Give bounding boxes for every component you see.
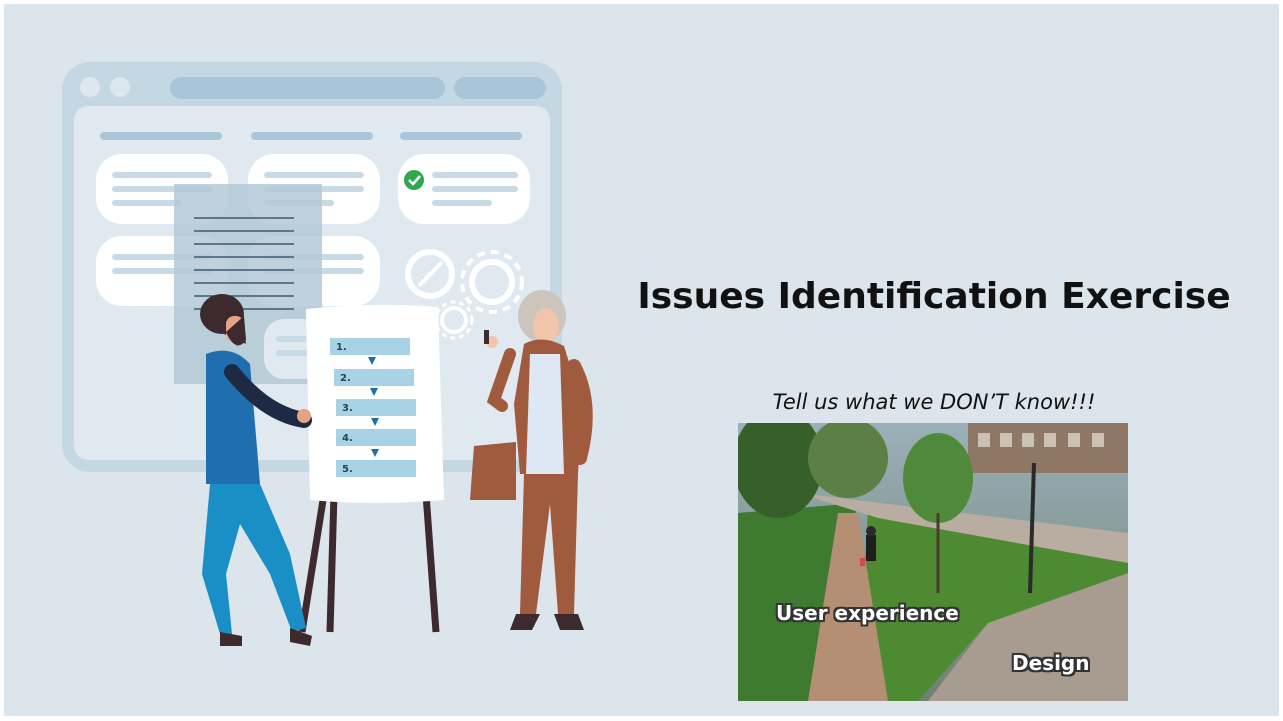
slide: 1. 2. 3. 4. 5. Issues Identification Exe… bbox=[4, 4, 1279, 716]
user-experience-label: User experience bbox=[776, 601, 959, 625]
desire-path-photo: User experience Design bbox=[733, 408, 1128, 701]
checkmark-icon bbox=[404, 170, 424, 190]
flipchart: 1. 2. 3. 4. 5. bbox=[298, 304, 444, 633]
flipchart-step: 5. bbox=[342, 464, 353, 475]
slide-title: Issues Identification Exercise bbox=[637, 276, 1231, 317]
design-label: Design bbox=[1012, 651, 1090, 675]
flipchart-step: 1. bbox=[336, 342, 347, 353]
team-planning-illustration: 1. 2. 3. 4. 5. bbox=[62, 62, 593, 646]
flipchart-step: 4. bbox=[342, 433, 353, 444]
flipchart-step: 3. bbox=[342, 403, 353, 414]
flipchart-step: 2. bbox=[340, 373, 351, 384]
slide-subtitle: Tell us what we DON’T know!!! bbox=[772, 390, 1096, 414]
